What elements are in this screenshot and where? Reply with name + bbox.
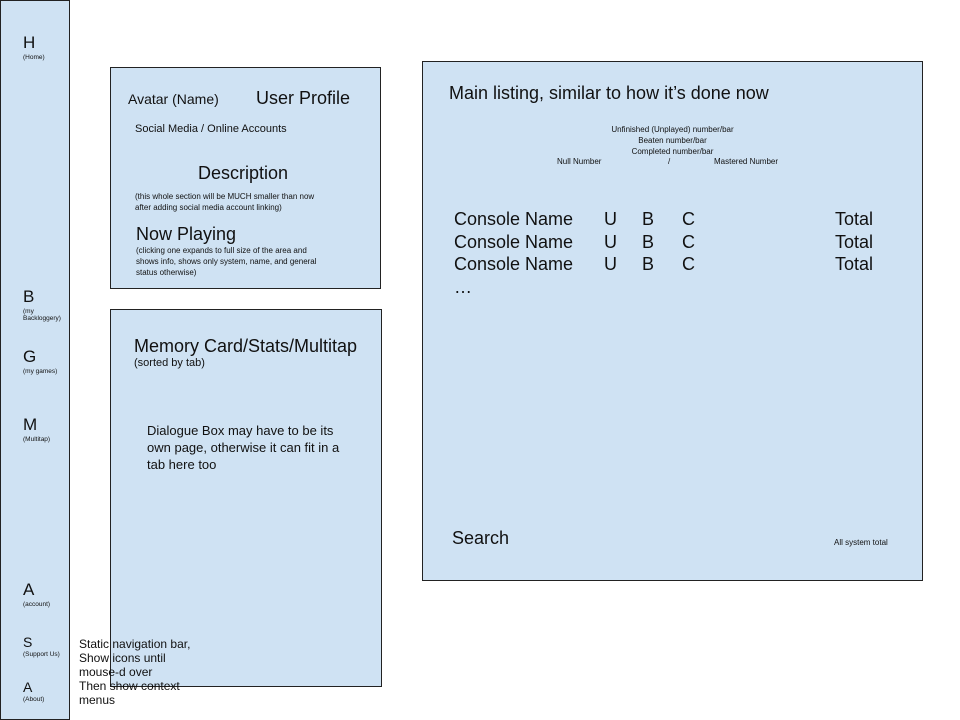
main-listing-panel: Main listing, similar to how it’s done n… <box>422 61 923 581</box>
description-note-line: (this whole section will be MUCH smaller… <box>135 192 315 201</box>
unplayed-count: U <box>604 254 617 274</box>
nav-multitap-label: (Multitap) <box>23 436 51 443</box>
navigation-note-line: Then show context <box>79 679 180 693</box>
unplayed-count: U <box>604 209 617 229</box>
unfinished-stat: Unfinished (Unplayed) number/bar <box>611 125 734 134</box>
navigation-note: Static navigation bar, Show icons until … <box>79 637 204 707</box>
nav-backloggery-label: (my Backloggery) <box>23 308 61 322</box>
completed-count: C <box>682 254 695 274</box>
navigation-note-line: mouse-d over <box>79 665 153 679</box>
completed-count: C <box>682 232 695 252</box>
dialogue-note-line: own page, otherwise it can fit in a <box>147 440 340 455</box>
navigation-note-line: Show icons until <box>79 651 166 665</box>
navigation-note-line: Static navigation bar, <box>79 637 191 651</box>
all-system-total: All system total <box>834 538 888 547</box>
navigation-bar: H (Home) B (my Backloggery) G (my games)… <box>0 0 70 720</box>
nav-support-label: (Support Us) <box>23 651 60 658</box>
stats-summary: Unfinished (Unplayed) number/bar Beaten … <box>423 124 922 157</box>
more-consoles-ellipsis: … <box>454 277 472 297</box>
unplayed-count: U <box>604 232 617 252</box>
description-heading: Description <box>198 163 289 183</box>
now-playing-heading[interactable]: Now Playing <box>136 224 236 245</box>
search-input[interactable]: Search <box>452 528 509 549</box>
mastered-number-stat: Mastered Number <box>714 157 779 166</box>
console-total: Total <box>835 254 874 274</box>
now-playing-note-line: (clicking one expands to full size of th… <box>136 246 307 255</box>
beaten-count: B <box>642 254 655 274</box>
nav-games-icon[interactable]: G <box>23 347 36 367</box>
nav-backloggery-icon[interactable]: B <box>23 287 34 307</box>
navigation-note-line: menus <box>79 693 116 707</box>
now-playing-note-line: status otherwise) <box>136 268 197 277</box>
dialogue-note-line: tab here too <box>147 457 217 472</box>
console-row[interactable]: Console Name U B C Total <box>423 254 922 276</box>
user-profile-panel: Avatar (Name) User Profile Social Media … <box>110 67 381 289</box>
memory-card-subtitle: (sorted by tab) <box>134 357 205 369</box>
console-total: Total <box>835 209 874 229</box>
nav-account-icon[interactable]: A <box>23 580 34 600</box>
beaten-count: B <box>642 209 655 229</box>
console-name: Console Name <box>454 254 574 274</box>
nav-home-icon[interactable]: H <box>23 33 35 53</box>
now-playing-note-line: shows info, shows only system, name, and… <box>136 257 317 266</box>
nav-about-icon[interactable]: A <box>23 679 32 695</box>
console-total: Total <box>835 232 874 252</box>
nav-support-icon[interactable]: S <box>23 634 32 650</box>
avatar-name[interactable]: Avatar (Name) <box>128 91 219 107</box>
memory-card-panel: Memory Card/Stats/Multitap (sorted by ta… <box>110 309 382 687</box>
completed-count: C <box>682 209 695 229</box>
nav-account-label: (account) <box>23 601 51 608</box>
console-row[interactable]: Console Name U B C Total <box>423 209 922 231</box>
console-name: Console Name <box>454 209 574 229</box>
dialogue-note-line: Dialogue Box may have to be its <box>147 423 334 438</box>
nav-home-label: (Home) <box>23 54 45 61</box>
console-row[interactable]: Console Name U B C Total <box>423 232 922 254</box>
social-media-accounts[interactable]: Social Media / Online Accounts <box>135 123 287 135</box>
nav-about-label: (About) <box>23 696 45 703</box>
console-name: Console Name <box>454 232 574 252</box>
stat-separator: / <box>668 157 671 166</box>
null-number-stat: Null Number <box>557 157 602 166</box>
main-listing-title: Main listing, similar to how it’s done n… <box>449 83 769 103</box>
nav-multitap-icon[interactable]: M <box>23 415 37 435</box>
beaten-count: B <box>642 232 655 252</box>
completed-stat: Completed number/bar <box>631 147 714 156</box>
description-note-line: after adding social media account linkin… <box>135 203 282 212</box>
beaten-stat: Beaten number/bar <box>638 136 707 145</box>
memory-card-title[interactable]: Memory Card/Stats/Multitap <box>134 336 357 357</box>
user-profile-title: User Profile <box>256 88 351 108</box>
nav-games-label: (my games) <box>23 368 58 375</box>
